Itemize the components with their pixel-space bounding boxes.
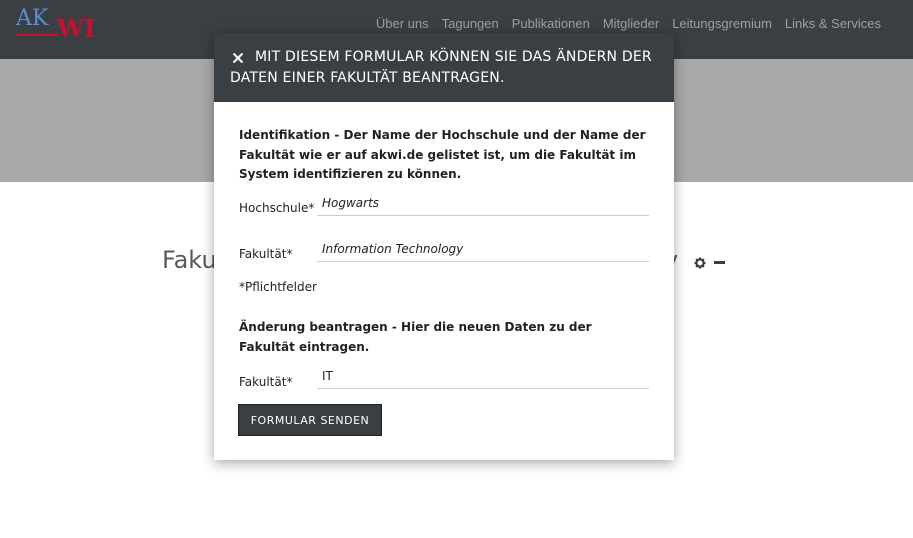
page-title-start: Faku (162, 246, 217, 274)
modal-header: Mit diesem Formular können Sie das Änder… (214, 33, 674, 102)
change-heading: Änderung beantragen - Hier die neuen Dat… (239, 320, 592, 354)
akwi-logo[interactable]: AK WI (16, 6, 96, 43)
nav-item-mitglieder[interactable]: Mitglieder (603, 16, 659, 31)
nav-item-links-services[interactable]: Links & Services (785, 16, 881, 31)
modal-title: Mit diesem Formular können Sie das Änder… (230, 49, 652, 86)
gear-icon[interactable] (694, 257, 706, 269)
nav-item-leitungsgremium[interactable]: Leitungsgremium (672, 16, 772, 31)
required-fields-note: *Pflichtfelder (239, 280, 317, 294)
nav-item-publikationen[interactable]: Publikationen (512, 16, 590, 31)
fakultaet-label: Fakultät* (239, 247, 293, 261)
new-fakultaet-label: Fakultät* (239, 375, 293, 389)
minus-icon[interactable] (714, 261, 725, 264)
nav-item-ueber-uns[interactable]: Über uns (376, 16, 429, 31)
new-fakultaet-input[interactable] (317, 363, 649, 389)
nav-item-tagungen[interactable]: Tagungen (442, 16, 499, 31)
main-nav: Über uns Tagungen Publikationen Mitglied… (363, 16, 881, 31)
logo-underline (16, 34, 58, 36)
submit-form-button[interactable]: Formular senden (238, 404, 382, 436)
fakultaet-input[interactable] (317, 236, 649, 262)
logo-wi-text: WI (57, 14, 96, 43)
logo-ak-text: AK (16, 6, 49, 31)
identification-heading: Identifikation - Der Name der Hochschule… (239, 128, 646, 181)
hochschule-input[interactable] (317, 190, 649, 216)
hochschule-label: Hochschule* (239, 201, 315, 215)
edit-faculty-modal: Mit diesem Formular können Sie das Änder… (214, 33, 674, 460)
